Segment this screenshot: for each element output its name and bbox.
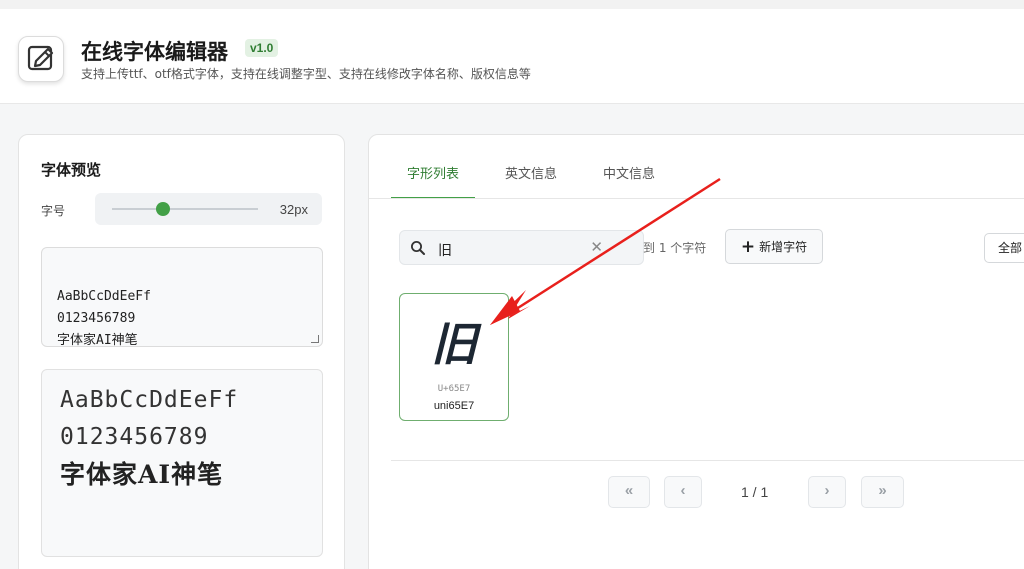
filter-all-button[interactable]: 全部: [984, 233, 1024, 263]
tab-chinese-info[interactable]: 中文信息: [587, 159, 671, 199]
glyph-card[interactable]: 旧 U+65E7 uni65E7: [399, 293, 509, 421]
pen-edit-icon: [27, 45, 54, 71]
tab-glyph-list[interactable]: 字形列表: [391, 159, 476, 199]
font-size-slider-track[interactable]: [112, 208, 258, 210]
search-value: 旧: [438, 243, 452, 259]
glyph-panel: 字形列表 英文信息 中文信息 旧 ✕ 到 1 个字符 + 新增字符 全部 旧 U…: [368, 134, 1024, 569]
panel-title: 字体预览: [41, 161, 102, 179]
page-indicator: 1 / 1: [741, 484, 769, 500]
resize-grip-icon[interactable]: [311, 335, 319, 343]
next-page-button[interactable]: ›: [808, 476, 846, 508]
app-title: 在线字体编辑器: [81, 40, 228, 64]
app-subtitle: 支持上传ttf、otf格式字体，支持在线调整字型、支持在线修改字体名称、版权信息…: [81, 67, 531, 81]
clear-search-icon[interactable]: ✕: [590, 238, 603, 256]
app-header: 在线字体编辑器 v1.0 支持上传ttf、otf格式字体，支持在线调整字型、支持…: [0, 9, 1024, 104]
font-size-label: 字号: [41, 204, 66, 218]
top-strip: [0, 0, 1024, 9]
search-icon: [411, 241, 425, 255]
font-preview-panel: 字体预览 字号 32px AaBbCcDdEeFf 0123456789 字体家…: [18, 134, 345, 569]
preview-text-input[interactable]: AaBbCcDdEeFf 0123456789 字体家AI神笔: [41, 247, 323, 348]
tab-bar: 字形列表 英文信息 中文信息: [391, 159, 685, 199]
font-preview-area: AaBbCcDdEeFf 0123456789 字体家AI神笔: [41, 369, 323, 557]
add-glyph-label: 新增字符: [759, 240, 808, 254]
glyph-unicode: U+65E7: [437, 384, 471, 394]
font-size-slider-box: 32px: [95, 193, 322, 225]
preview-line-cjk: 字体家AI神笔: [60, 460, 224, 489]
glyph-name: uni65E7: [433, 400, 475, 412]
list-divider: [391, 460, 1024, 461]
glyph-character: 旧: [431, 317, 477, 371]
last-page-button[interactable]: »: [861, 476, 904, 508]
font-size-value: 32px: [279, 202, 308, 217]
tab-divider: [369, 198, 1024, 199]
search-result-count: 到 1 个字符: [643, 241, 707, 255]
add-glyph-button[interactable]: + 新增字符: [725, 229, 823, 264]
glyph-search-input[interactable]: 旧 ✕: [399, 230, 644, 265]
first-page-button[interactable]: «: [608, 476, 650, 508]
plus-icon: +: [740, 236, 756, 257]
preview-text-value: AaBbCcDdEeFf 0123456789 字体家AI神笔: [57, 289, 151, 348]
preview-line-digits: 0123456789: [60, 424, 209, 450]
font-size-slider-thumb[interactable]: [156, 202, 171, 216]
preview-line-latin: AaBbCcDdEeFf: [60, 387, 239, 413]
tab-english-info[interactable]: 英文信息: [489, 159, 573, 199]
prev-page-button[interactable]: ‹: [664, 476, 702, 508]
app-logo: [18, 36, 64, 82]
version-badge: v1.0: [245, 39, 279, 57]
